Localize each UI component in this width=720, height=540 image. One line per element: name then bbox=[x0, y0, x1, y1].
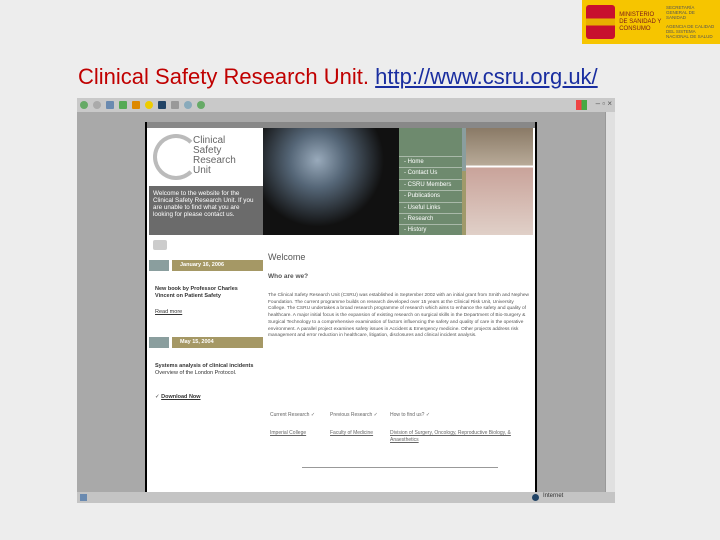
coat-of-arms-icon bbox=[586, 5, 616, 39]
vertical-scrollbar[interactable] bbox=[605, 112, 615, 492]
browser-toolbar: – ▫ × bbox=[77, 98, 615, 112]
news-date-bar: May 15, 2004 bbox=[149, 337, 263, 348]
news-date: May 15, 2004 bbox=[172, 337, 263, 348]
calendar-icon bbox=[149, 260, 169, 271]
nav-useful-links[interactable]: - Useful Links bbox=[399, 201, 462, 213]
download-now-link[interactable]: Download Now bbox=[161, 394, 200, 400]
home-icon[interactable] bbox=[132, 101, 140, 109]
browser-viewport: Clinical Safety Research Unit Welcome to… bbox=[77, 112, 605, 492]
media-icon[interactable] bbox=[158, 101, 166, 109]
news-date-bar: January 16, 2006 bbox=[149, 260, 263, 271]
dept-name: AGENCIA DE CALIDAD DEL SISTEMA NACIONAL … bbox=[666, 24, 715, 39]
nav-research[interactable]: - Research bbox=[399, 212, 462, 224]
ministry-logo: MINISTERIO DE SANIDAD Y CONSUMO SECRETAR… bbox=[582, 0, 720, 44]
page-icon bbox=[80, 494, 87, 501]
browser-window: – ▫ × Clinical Safety Research Unit Welc… bbox=[77, 98, 615, 503]
history-icon[interactable] bbox=[197, 101, 205, 109]
read-more-link[interactable]: Read more bbox=[155, 309, 255, 316]
footer-divider bbox=[302, 467, 498, 468]
print-icon[interactable] bbox=[171, 101, 179, 109]
site-nav: - Home - Contact Us - CSRU Members - Pub… bbox=[399, 128, 462, 235]
news-date: January 16, 2006 bbox=[172, 260, 263, 271]
nav-contact[interactable]: - Contact Us bbox=[399, 167, 462, 178]
footer-link-current-research[interactable]: Current Research ✓ bbox=[270, 412, 315, 418]
imperial-college-link[interactable]: Imperial College bbox=[270, 430, 306, 436]
news-icon bbox=[153, 240, 167, 250]
ministry-name: MINISTERIO DE SANIDAD Y CONSUMO bbox=[619, 11, 662, 32]
page-subheading: Who are we? bbox=[268, 273, 309, 280]
forward-icon[interactable] bbox=[93, 101, 101, 109]
nav-home[interactable]: - Home bbox=[399, 156, 462, 167]
news-desc: Overview of the London Protocol. bbox=[155, 370, 237, 376]
csru-logo[interactable]: Clinical Safety Research Unit bbox=[149, 128, 263, 186]
intro-paragraph: The Clinical Safety Research Unit (CSRU)… bbox=[268, 293, 530, 339]
division-surgery-link[interactable]: Division of Surgery, Oncology, Reproduct… bbox=[390, 430, 525, 444]
csru-webpage: Clinical Safety Research Unit Welcome to… bbox=[145, 122, 537, 492]
globe-icon bbox=[532, 494, 539, 501]
surgeons-photo bbox=[263, 128, 399, 235]
nav-publications[interactable]: - Publications bbox=[399, 190, 462, 201]
calendar-icon bbox=[149, 337, 169, 348]
site-url-link[interactable]: http://www.csru.org.uk/ bbox=[375, 64, 598, 89]
agency-name: SECRETARÍA GENERAL DE SANIDAD bbox=[666, 5, 695, 20]
security-zone: Internet bbox=[543, 493, 564, 499]
slide-title: Clinical Safety Research Unit. http://ww… bbox=[78, 64, 598, 90]
title-text: Clinical Safety Research Unit. bbox=[78, 64, 370, 89]
page-heading: Welcome bbox=[268, 252, 306, 262]
welcome-box: Welcome to the website for the Clinical … bbox=[149, 186, 263, 235]
status-bar: Internet bbox=[77, 492, 615, 503]
back-icon[interactable] bbox=[80, 101, 88, 109]
building-photo bbox=[466, 128, 533, 235]
news-title: Systems analysis of clinical incidents bbox=[155, 363, 254, 369]
stop-icon[interactable] bbox=[106, 101, 114, 109]
refresh-icon[interactable] bbox=[119, 101, 127, 109]
footer-link-previous-research[interactable]: Previous Research ✓ bbox=[330, 412, 378, 418]
footer-link-find-us[interactable]: How to find us? ✓ bbox=[390, 412, 430, 418]
news-title: New book by Professor Charles Vincent on… bbox=[155, 286, 238, 299]
logo-text: Clinical Safety Research Unit bbox=[193, 135, 236, 176]
favorites-icon[interactable] bbox=[145, 101, 153, 109]
faculty-medicine-link[interactable]: Faculty of Medicine bbox=[330, 430, 373, 436]
search-icon[interactable] bbox=[184, 101, 192, 109]
nav-members[interactable]: - CSRU Members bbox=[399, 178, 462, 190]
nav-history[interactable]: - History bbox=[399, 224, 462, 235]
windows-logo-icon bbox=[576, 100, 587, 110]
window-controls-icon[interactable]: – ▫ × bbox=[596, 99, 612, 108]
